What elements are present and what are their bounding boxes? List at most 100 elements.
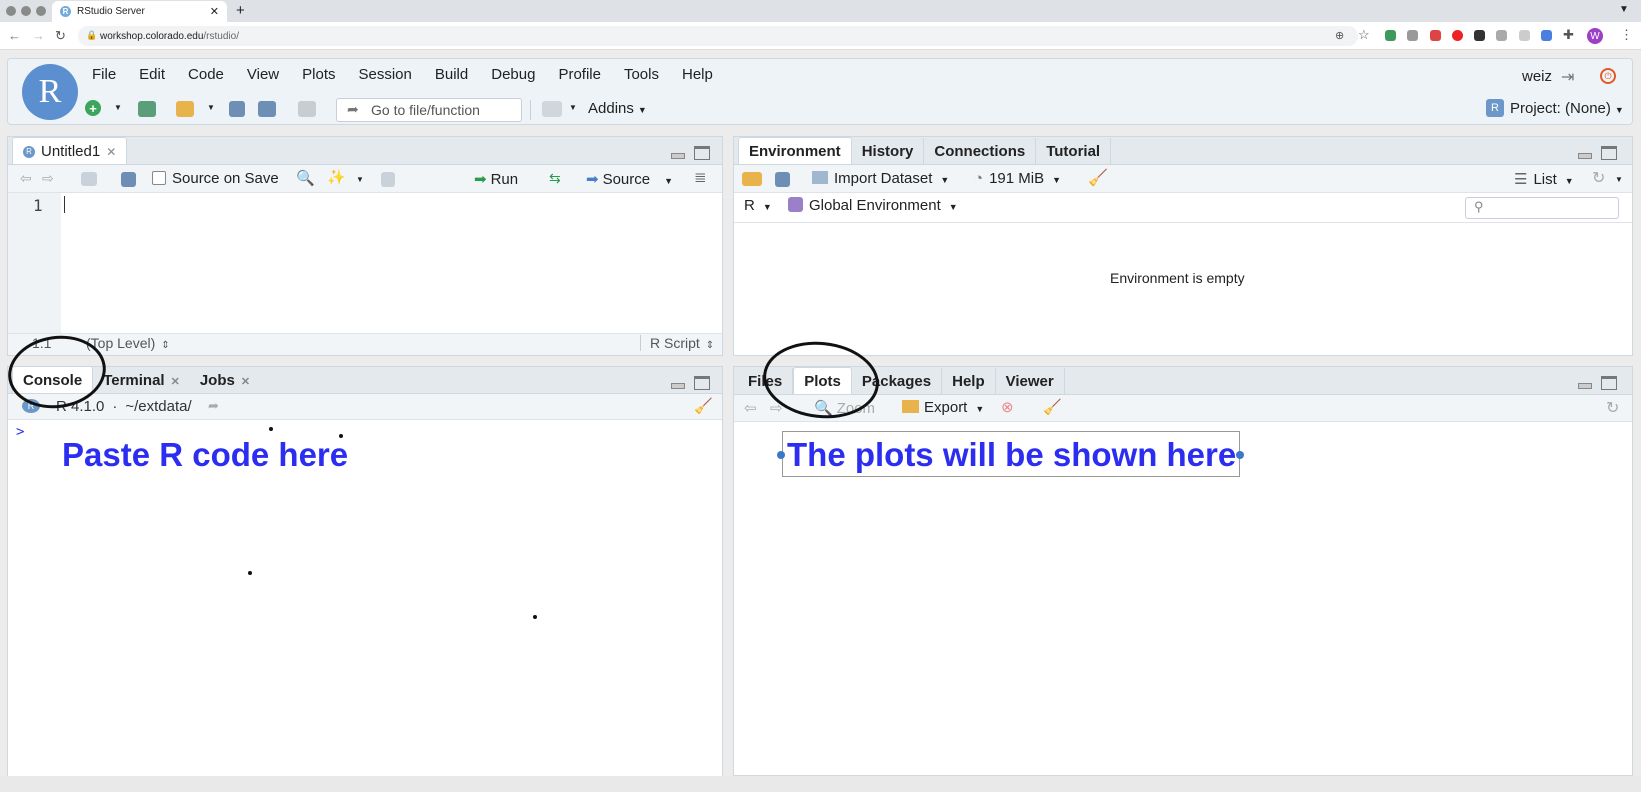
puzzle-extensions-icon[interactable]: ✚	[1563, 27, 1574, 43]
browser-tab[interactable]: R RStudio Server ✕	[52, 1, 227, 22]
print-icon[interactable]	[298, 101, 316, 117]
menu-profile[interactable]: Profile	[558, 66, 601, 83]
refresh-plot-icon[interactable]: ↻	[1606, 398, 1619, 418]
menu-help[interactable]: Help	[682, 66, 713, 83]
refresh-icon[interactable]: ↻	[1592, 168, 1605, 188]
power-quit-icon[interactable]: ⏻	[1600, 68, 1616, 84]
go-to-file-input[interactable]: ➦ Go to file/function	[336, 98, 522, 122]
open-dropdown-icon[interactable]: ▼	[207, 103, 215, 112]
forward-arrow-icon[interactable]: →	[32, 28, 45, 43]
tab-tutorial[interactable]: Tutorial	[1036, 138, 1112, 164]
tab-environment[interactable]: Environment	[738, 137, 852, 164]
tab-close-icon[interactable]: ✕	[210, 5, 219, 18]
menu-plots[interactable]: Plots	[302, 66, 335, 83]
extension-icon[interactable]	[1519, 30, 1530, 41]
tab-untitled1[interactable]: R Untitled1 ✕	[12, 137, 128, 164]
save-icon[interactable]	[229, 101, 245, 117]
drive-extension-icon[interactable]	[1385, 30, 1396, 41]
environment-scope-menu[interactable]: Global Environment ▼	[788, 197, 958, 214]
new-file-dropdown-icon[interactable]: ▼	[114, 103, 122, 112]
clear-workspace-broom-icon[interactable]: 🧹	[1088, 168, 1108, 188]
address-bar[interactable]: 🔒 workshop.colorado.edu/rstudio/	[78, 26, 1358, 46]
extension-icon[interactable]	[1541, 30, 1552, 41]
extension-icon[interactable]	[1496, 30, 1507, 41]
opera-extension-icon[interactable]	[1452, 30, 1463, 41]
tab-jobs[interactable]: Jobs ✕	[190, 367, 260, 393]
minimize-pane-icon[interactable]	[671, 383, 685, 389]
load-workspace-icon[interactable]	[742, 172, 762, 186]
new-project-icon[interactable]	[138, 101, 156, 117]
code-tools-dropdown-icon[interactable]: ▼	[356, 175, 364, 184]
tab-terminal[interactable]: Terminal ✕	[93, 367, 190, 393]
go-to-directory-icon[interactable]: ➦	[208, 398, 219, 414]
pane-layout-icon[interactable]	[542, 101, 562, 117]
project-menu[interactable]: Project: (None) ▼	[1510, 100, 1624, 117]
back-icon[interactable]: ⇦	[20, 170, 32, 187]
view-mode-menu[interactable]: ☰ List ▼	[1514, 170, 1574, 188]
environment-search-input[interactable]: ⚲	[1465, 197, 1619, 219]
compile-report-icon[interactable]	[381, 172, 395, 187]
show-in-window-icon[interactable]	[81, 172, 97, 186]
menu-file[interactable]: File	[92, 66, 116, 83]
previous-plot-icon[interactable]: ⇦	[744, 399, 757, 417]
tab-help[interactable]: Help	[942, 368, 996, 394]
import-dataset-button[interactable]: Import Dataset ▼	[812, 170, 949, 187]
code-tools-wand-icon[interactable]: ✨	[327, 168, 346, 186]
tab-connections[interactable]: Connections	[924, 138, 1037, 164]
maximize-pane-icon[interactable]	[694, 376, 710, 390]
tab-close-icon[interactable]: ✕	[106, 145, 116, 159]
refresh-dropdown-icon[interactable]: ▼	[1615, 175, 1623, 184]
maximize-pane-icon[interactable]	[694, 146, 710, 160]
menu-tools[interactable]: Tools	[624, 66, 659, 83]
menu-code[interactable]: Code	[188, 66, 224, 83]
minimize-pane-icon[interactable]	[1578, 153, 1592, 159]
new-tab-button[interactable]: +	[236, 2, 245, 19]
profile-avatar[interactable]: W	[1587, 28, 1603, 44]
export-menu[interactable]: Export ▼	[902, 399, 984, 416]
reload-icon[interactable]: ↻	[55, 28, 66, 44]
tab-close-icon[interactable]: ✕	[171, 376, 180, 388]
new-file-icon[interactable]: +	[85, 100, 101, 116]
menu-session[interactable]: Session	[359, 66, 412, 83]
run-button[interactable]: ➡ Run	[474, 170, 518, 188]
browser-menu-icon[interactable]: ⋮	[1620, 27, 1633, 43]
maximize-pane-icon[interactable]	[1601, 146, 1617, 160]
menu-build[interactable]: Build	[435, 66, 468, 83]
extension-icon[interactable]	[1474, 30, 1485, 41]
find-replace-icon[interactable]: 🔍	[296, 169, 315, 187]
code-editor[interactable]	[61, 193, 722, 333]
window-close-button[interactable]	[6, 6, 16, 16]
extension-icon[interactable]	[1407, 30, 1418, 41]
save-all-icon[interactable]	[258, 101, 276, 117]
addins-menu[interactable]: Addins ▼	[588, 100, 647, 117]
tab-viewer[interactable]: Viewer	[996, 368, 1065, 394]
rerun-icon[interactable]: ⇆	[549, 170, 561, 187]
back-arrow-icon[interactable]: ←	[8, 28, 21, 43]
minimize-pane-icon[interactable]	[671, 153, 685, 159]
save-icon[interactable]	[121, 172, 136, 187]
sign-out-icon[interactable]: ⇥	[1561, 67, 1574, 87]
memory-usage[interactable]: ◔ 191 MiB ▼	[974, 170, 1061, 187]
source-button[interactable]: ➡ Source ▼	[586, 170, 673, 188]
bookmark-star-icon[interactable]: ☆	[1358, 27, 1370, 43]
tab-close-icon[interactable]: ✕	[241, 376, 250, 388]
extension-icon[interactable]	[1430, 30, 1441, 41]
open-folder-icon[interactable]	[176, 101, 194, 117]
window-minimize-button[interactable]	[21, 6, 31, 16]
clear-plots-broom-icon[interactable]: 🧹	[1043, 398, 1062, 416]
scope-menu[interactable]: (Top Level) ⇕	[86, 335, 170, 351]
remove-plot-icon[interactable]: ⊗	[1001, 398, 1014, 416]
language-menu[interactable]: R ▼	[744, 197, 772, 214]
window-zoom-button[interactable]	[36, 6, 46, 16]
layout-dropdown-icon[interactable]: ▼	[569, 103, 577, 112]
document-outline-icon[interactable]: ≣	[694, 168, 707, 186]
clear-console-broom-icon[interactable]: 🧹	[694, 397, 713, 415]
save-workspace-icon[interactable]	[775, 172, 790, 187]
zoom-icon[interactable]: ⊕	[1335, 29, 1344, 42]
menu-view[interactable]: View	[247, 66, 279, 83]
menu-edit[interactable]: Edit	[139, 66, 165, 83]
forward-icon[interactable]: ⇨	[42, 170, 54, 187]
file-type-menu[interactable]: R Script ⇕	[650, 335, 714, 351]
source-on-save-checkbox[interactable]	[152, 171, 166, 185]
tab-history[interactable]: History	[852, 138, 925, 164]
